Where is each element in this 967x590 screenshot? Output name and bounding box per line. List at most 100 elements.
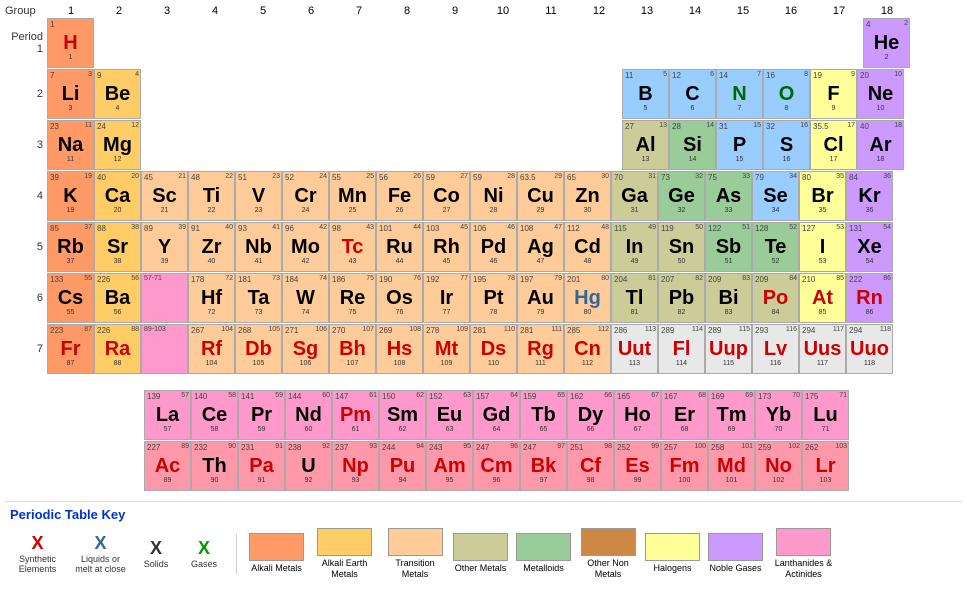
element-Bh[interactable]: 270107Bh107 — [329, 324, 376, 374]
element-Rf[interactable]: 267104Rf104 — [188, 324, 235, 374]
element-Rn[interactable]: 22286Rn86 — [846, 273, 893, 323]
element-Fm[interactable]: 257100Fm100 — [661, 441, 708, 491]
element-Li[interactable]: 73Li3 — [47, 69, 94, 119]
element-Am[interactable]: 24395Am95 — [426, 441, 473, 491]
element-Rh[interactable]: 10345Rh45 — [423, 222, 470, 272]
element-Md[interactable]: 258101Md101 — [708, 441, 755, 491]
element-Ra[interactable]: 22688Ra88 — [94, 324, 141, 374]
element-Tl[interactable]: 20481Tl81 — [611, 273, 658, 323]
element-Pd[interactable]: 10646Pd46 — [470, 222, 517, 272]
element-Ho[interactable]: 16567Ho67 — [614, 390, 661, 440]
element-Cf[interactable]: 25198Cf98 — [567, 441, 614, 491]
element-Lu[interactable]: 17571Lu71 — [802, 390, 849, 440]
element-Nd[interactable]: 14460Nd60 — [285, 390, 332, 440]
element-Na[interactable]: 2311Na11 — [47, 120, 94, 170]
element-Ba[interactable]: 22656Ba56 — [94, 273, 141, 323]
element-Ge[interactable]: 7332Ge32 — [658, 171, 705, 221]
element-Al[interactable]: 2713Al13 — [622, 120, 669, 170]
element-Zn[interactable]: 6530Zn30 — [564, 171, 611, 221]
element-Hs[interactable]: 269108Hs108 — [376, 324, 423, 374]
element-Dy[interactable]: 16266Dy66 — [567, 390, 614, 440]
element-Th[interactable]: 23290Th90 — [191, 441, 238, 491]
element-Ti[interactable]: 4822Ti22 — [188, 171, 235, 221]
element-Pa[interactable]: 23191Pa91 — [238, 441, 285, 491]
element-Mo[interactable]: 9642Mo42 — [282, 222, 329, 272]
element-Cn[interactable]: 285112Cn112 — [564, 324, 611, 374]
element-Uuo[interactable]: 294118Uuo118 — [846, 324, 893, 374]
element-W[interactable]: 18474W74 — [282, 273, 329, 323]
element-Pt[interactable]: 19578Pt78 — [470, 273, 517, 323]
element-Se[interactable]: 7934Se34 — [752, 171, 799, 221]
element-Cu[interactable]: 63.529Cu29 — [517, 171, 564, 221]
element-Cd[interactable]: 11248Cd48 — [564, 222, 611, 272]
element-Uus[interactable]: 294117Uus117 — [799, 324, 846, 374]
element-Nb[interactable]: 9341Nb41 — [235, 222, 282, 272]
element-Cm[interactable]: 24796Cm96 — [473, 441, 520, 491]
element-S[interactable]: 3216S16 — [763, 120, 810, 170]
element-F[interactable]: 199F9 — [810, 69, 857, 119]
element-Y[interactable]: 8939Y39 — [141, 222, 188, 272]
element-Ce[interactable]: 14058Ce58 — [191, 390, 238, 440]
element-Rg[interactable]: 281111Rg111 — [517, 324, 564, 374]
element-N[interactable]: 147N7 — [716, 69, 763, 119]
element-Cr[interactable]: 5224Cr24 — [282, 171, 329, 221]
element-Xe[interactable]: 13154Xe54 — [846, 222, 893, 272]
element-As[interactable]: 7533As33 — [705, 171, 752, 221]
element-U[interactable]: 23892U92 — [285, 441, 332, 491]
element-Be[interactable]: 94Be4 — [94, 69, 141, 119]
element-Er[interactable]: 16768Er68 — [661, 390, 708, 440]
element-Kr[interactable]: 8436Kr36 — [846, 171, 893, 221]
element-Mg[interactable]: 2412Mg12 — [94, 120, 141, 170]
element-Gd[interactable]: 15764Gd64 — [473, 390, 520, 440]
element-Ds[interactable]: 281110Ds110 — [470, 324, 517, 374]
element-Ca[interactable]: 4020Ca20 — [94, 171, 141, 221]
element-Si[interactable]: 2814Si14 — [669, 120, 716, 170]
element-Ru[interactable]: 10144Ru44 — [376, 222, 423, 272]
element-La[interactable]: 13957La57 — [144, 390, 191, 440]
element-Tc[interactable]: 9843Tc43 — [329, 222, 376, 272]
element-K[interactable]: 3919K19 — [47, 171, 94, 221]
element-Au[interactable]: 19779Au79 — [517, 273, 564, 323]
element-Ag[interactable]: 10847Ag47 — [517, 222, 564, 272]
element-Ne[interactable]: 2010Ne10 — [857, 69, 904, 119]
element-H[interactable]: 1H1 — [47, 18, 94, 68]
element-Es[interactable]: 25299Es99 — [614, 441, 661, 491]
element-Ga[interactable]: 7031Ga31 — [611, 171, 658, 221]
element-Np[interactable]: 23793Np93 — [332, 441, 379, 491]
element-Po[interactable]: 20984Po84 — [752, 273, 799, 323]
element-Uup[interactable]: 289115Uup115 — [705, 324, 752, 374]
element-Cl[interactable]: 35.517Cl17 — [810, 120, 857, 170]
element-Sg[interactable]: 271106Sg106 — [282, 324, 329, 374]
element-Yb[interactable]: 17370Yb70 — [755, 390, 802, 440]
element-Rb[interactable]: 8537Rb37 — [47, 222, 94, 272]
element-Pb[interactable]: 20782Pb82 — [658, 273, 705, 323]
element-C[interactable]: 126C6 — [669, 69, 716, 119]
element-Co[interactable]: 5927Co27 — [423, 171, 470, 221]
element-P[interactable]: 3115P15 — [716, 120, 763, 170]
element-Mt[interactable]: 278109Mt109 — [423, 324, 470, 374]
element-Zr[interactable]: 9140Zr40 — [188, 222, 235, 272]
element-He[interactable]: 42He2 — [863, 18, 910, 68]
element-Eu[interactable]: 15263Eu63 — [426, 390, 473, 440]
element-B[interactable]: 115B5 — [622, 69, 669, 119]
element-Ac[interactable]: 22789Ac89 — [144, 441, 191, 491]
element-Pr[interactable]: 14159Pr59 — [238, 390, 285, 440]
element-Tb[interactable]: 15965Tb65 — [520, 390, 567, 440]
element-In[interactable]: 11549In49 — [611, 222, 658, 272]
element-I[interactable]: 12753I53 — [799, 222, 846, 272]
element-Pu[interactable]: 24494Pu94 — [379, 441, 426, 491]
element-V[interactable]: 5123V23 — [235, 171, 282, 221]
element-Mn[interactable]: 5525Mn25 — [329, 171, 376, 221]
element-Fl[interactable]: 289114Fl114 — [658, 324, 705, 374]
element-Sr[interactable]: 8838Sr38 — [94, 222, 141, 272]
element-Ta[interactable]: 18173Ta73 — [235, 273, 282, 323]
element-Bi[interactable]: 20983Bi83 — [705, 273, 752, 323]
element-Te[interactable]: 12852Te52 — [752, 222, 799, 272]
element-Pm[interactable]: 14761Pm61 — [332, 390, 379, 440]
element-At[interactable]: 21085At85 — [799, 273, 846, 323]
element-No[interactable]: 259102No102 — [755, 441, 802, 491]
element-Uut[interactable]: 286113Uut113 — [611, 324, 658, 374]
element-Sc[interactable]: 4521Sc21 — [141, 171, 188, 221]
element-Fe[interactable]: 5626Fe26 — [376, 171, 423, 221]
element-Db[interactable]: 268105Db105 — [235, 324, 282, 374]
